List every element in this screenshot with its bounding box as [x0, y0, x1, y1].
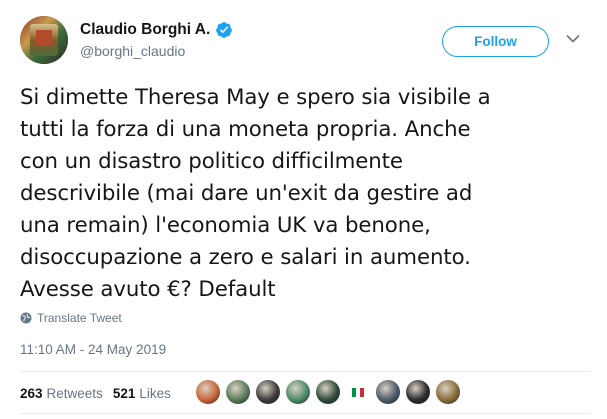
avatar[interactable] [20, 16, 68, 64]
liker-avatar[interactable] [196, 380, 220, 404]
retweets-label: Retweets [46, 386, 103, 401]
retweets-count: 263 [20, 386, 43, 401]
avatar-detail-center [36, 30, 52, 46]
retweets-stat[interactable]: 263 Retweets [20, 386, 103, 401]
liker-avatar[interactable] [316, 380, 340, 404]
display-name[interactable]: Claudio Borghi A. [80, 21, 210, 39]
user-handle[interactable]: @borghi_claudio [80, 43, 185, 59]
likers-list [196, 380, 466, 404]
globe-icon [20, 312, 32, 324]
translate-tweet-link[interactable]: Translate Tweet [20, 311, 122, 325]
italy-flag-icon[interactable] [346, 380, 370, 404]
likes-label: Likes [139, 386, 171, 401]
likes-count: 521 [112, 386, 136, 401]
liker-avatar[interactable] [406, 380, 430, 404]
chevron-down-icon[interactable] [566, 34, 580, 44]
follow-button[interactable]: Follow [442, 26, 549, 57]
divider [20, 413, 590, 414]
liker-avatar[interactable] [226, 380, 250, 404]
likes-stat[interactable]: 521 Likes [113, 386, 171, 401]
tweet-timestamp[interactable]: 11:10 AM - 24 May 2019 [20, 342, 166, 357]
tweet-stats: 263 Retweets 521 Likes [20, 386, 171, 401]
name-row: Claudio Borghi A. [80, 21, 233, 39]
liker-avatar[interactable] [286, 380, 310, 404]
verified-badge-icon [216, 22, 233, 38]
liker-avatar[interactable] [436, 380, 460, 404]
translate-label: Translate Tweet [37, 311, 122, 325]
liker-avatar[interactable] [376, 380, 400, 404]
tweet-text: Si dimette Theresa May e spero sia visib… [20, 85, 491, 302]
divider [20, 371, 590, 372]
liker-avatar[interactable] [256, 380, 280, 404]
